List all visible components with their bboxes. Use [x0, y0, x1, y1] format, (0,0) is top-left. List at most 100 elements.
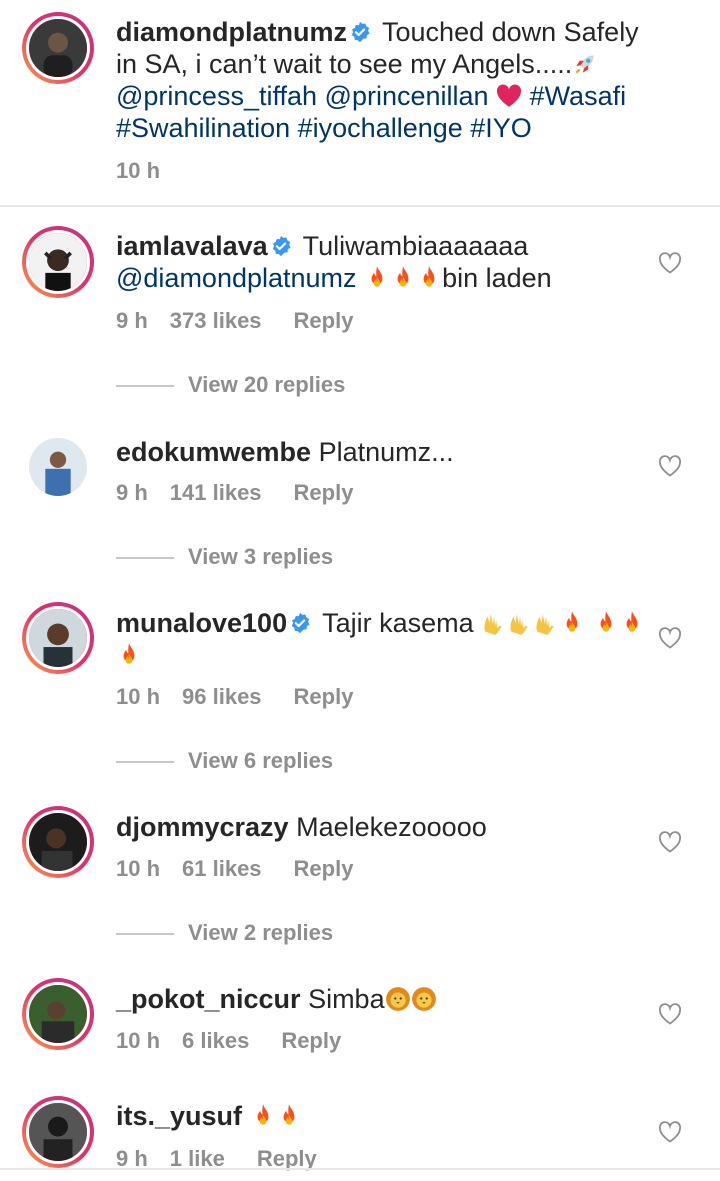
divider — [0, 1168, 720, 1170]
hashtag-link[interactable]: #Swahilination — [116, 113, 290, 143]
comment-likes[interactable]: 373 likes — [170, 308, 262, 333]
avatar[interactable] — [22, 226, 94, 298]
comment-likes[interactable]: 141 likes — [170, 480, 262, 505]
raised-hands-icon — [481, 610, 507, 636]
divider — [116, 761, 174, 764]
fire-icon — [416, 265, 442, 291]
caption-text: diamondplatnumz Touched down Safely in S… — [116, 16, 656, 144]
avatar-image — [29, 1103, 87, 1161]
heart-icon[interactable] — [658, 1121, 682, 1143]
comment-meta: 10 h 61 likes Reply — [116, 856, 385, 882]
comment-meta: 9 h 141 likes Reply — [116, 480, 385, 506]
mention-link[interactable]: @princenillan — [325, 81, 489, 111]
comment-time: 10 h — [116, 684, 161, 709]
comment-time: 10 h — [116, 856, 161, 881]
avatar-image — [29, 813, 87, 871]
comment-meta: 10 h 6 likes Reply — [116, 1028, 373, 1054]
heart-icon[interactable] — [658, 1003, 682, 1025]
comment-username[interactable]: iamlavalava — [116, 231, 268, 261]
comment-body: Tajir kasema — [322, 608, 474, 638]
comment-likes[interactable]: 6 likes — [182, 1028, 249, 1053]
avatar[interactable] — [22, 12, 94, 84]
hashtag-link[interactable]: #IYO — [470, 113, 532, 143]
fire-icon — [276, 1103, 302, 1129]
comment-text: edokumwembe Platnumz... — [116, 436, 656, 468]
comment-text: its._yusuf — [116, 1100, 656, 1132]
reply-button[interactable]: Reply — [294, 480, 354, 505]
view-replies-label: View 3 replies — [188, 544, 334, 569]
view-replies-label: View 2 replies — [188, 920, 334, 945]
comment-time: 10 h — [116, 1028, 161, 1053]
reply-button[interactable]: Reply — [294, 856, 354, 881]
comment-body: Simba — [308, 984, 385, 1014]
reply-button[interactable]: Reply — [281, 1028, 341, 1053]
comment-likes[interactable]: 61 likes — [182, 856, 262, 881]
lion-icon — [385, 986, 411, 1012]
caption-time: 10 h — [116, 158, 161, 183]
fire-icon — [619, 610, 645, 636]
divider — [116, 933, 174, 936]
comment-text: _pokot_niccur Simba — [116, 983, 656, 1015]
view-replies-button[interactable]: View 3 replies — [116, 544, 333, 570]
verified-icon — [270, 235, 292, 257]
fire-icon — [390, 265, 416, 291]
hashtag-link[interactable]: #iyochallenge — [298, 113, 463, 143]
avatar[interactable] — [22, 602, 94, 674]
divider — [116, 385, 174, 388]
comment-time: 9 h — [116, 480, 148, 505]
avatar[interactable] — [22, 1096, 94, 1168]
raised-hands-icon — [507, 610, 533, 636]
comment-text: iamlavalava Tuliwambiaaaaaaa @diamondpla… — [116, 230, 656, 294]
comment-username[interactable]: _pokot_niccur — [116, 984, 301, 1014]
red-heart-icon — [496, 83, 522, 109]
comment-username[interactable]: djommycrazy — [116, 812, 289, 842]
avatar[interactable] — [22, 806, 94, 878]
view-replies-button[interactable]: View 6 replies — [116, 748, 333, 774]
hashtag-link[interactable]: #Wasafi — [530, 81, 627, 111]
comment-username[interactable]: its._yusuf — [116, 1101, 242, 1131]
avatar[interactable] — [22, 978, 94, 1050]
caption-username[interactable]: diamondplatnumz — [116, 17, 347, 47]
verified-icon — [349, 21, 371, 43]
comment-body: Platnumz... — [318, 437, 454, 467]
fire-icon — [593, 610, 619, 636]
comment-text: munalove100 Tajir kasema — [116, 607, 656, 671]
divider — [0, 205, 720, 207]
fire-icon — [250, 1103, 276, 1129]
view-replies-label: View 20 replies — [188, 372, 346, 397]
comment-likes[interactable]: 96 likes — [182, 684, 262, 709]
comment-body-suffix: bin laden — [442, 263, 552, 293]
reply-button[interactable]: Reply — [294, 684, 354, 709]
fire-icon — [559, 610, 585, 636]
comment-text: djommycrazy Maelekezooooo — [116, 811, 656, 843]
fire-icon — [364, 265, 390, 291]
view-replies-button[interactable]: View 20 replies — [116, 372, 345, 398]
reply-button[interactable]: Reply — [294, 308, 354, 333]
rocket-icon — [572, 51, 598, 77]
comment-username[interactable]: munalove100 — [116, 608, 287, 638]
verified-icon — [289, 612, 311, 634]
comment-meta: 9 h 373 likes Reply — [116, 308, 385, 334]
heart-icon[interactable] — [658, 627, 682, 649]
heart-icon[interactable] — [658, 831, 682, 853]
avatar-image — [29, 438, 87, 496]
raised-hands-icon — [533, 610, 559, 636]
fire-icon — [116, 642, 142, 668]
view-replies-button[interactable]: View 2 replies — [116, 920, 333, 946]
comment-username[interactable]: edokumwembe — [116, 437, 311, 467]
mention-link[interactable]: @princess_tiffah — [116, 81, 317, 111]
avatar-image — [29, 985, 87, 1043]
lion-icon — [411, 986, 437, 1012]
divider — [116, 557, 174, 560]
comment-body: Maelekezooooo — [296, 812, 487, 842]
avatar-image — [29, 19, 87, 77]
comment-time: 9 h — [116, 308, 148, 333]
comment-body: Tuliwambiaaaaaaa — [302, 231, 529, 261]
avatar-image — [29, 609, 87, 667]
heart-icon[interactable] — [658, 252, 682, 274]
avatar[interactable] — [22, 431, 94, 503]
heart-icon[interactable] — [658, 455, 682, 477]
view-replies-label: View 6 replies — [188, 748, 334, 773]
mention-link[interactable]: @diamondplatnumz — [116, 263, 357, 293]
avatar-image — [29, 233, 87, 291]
